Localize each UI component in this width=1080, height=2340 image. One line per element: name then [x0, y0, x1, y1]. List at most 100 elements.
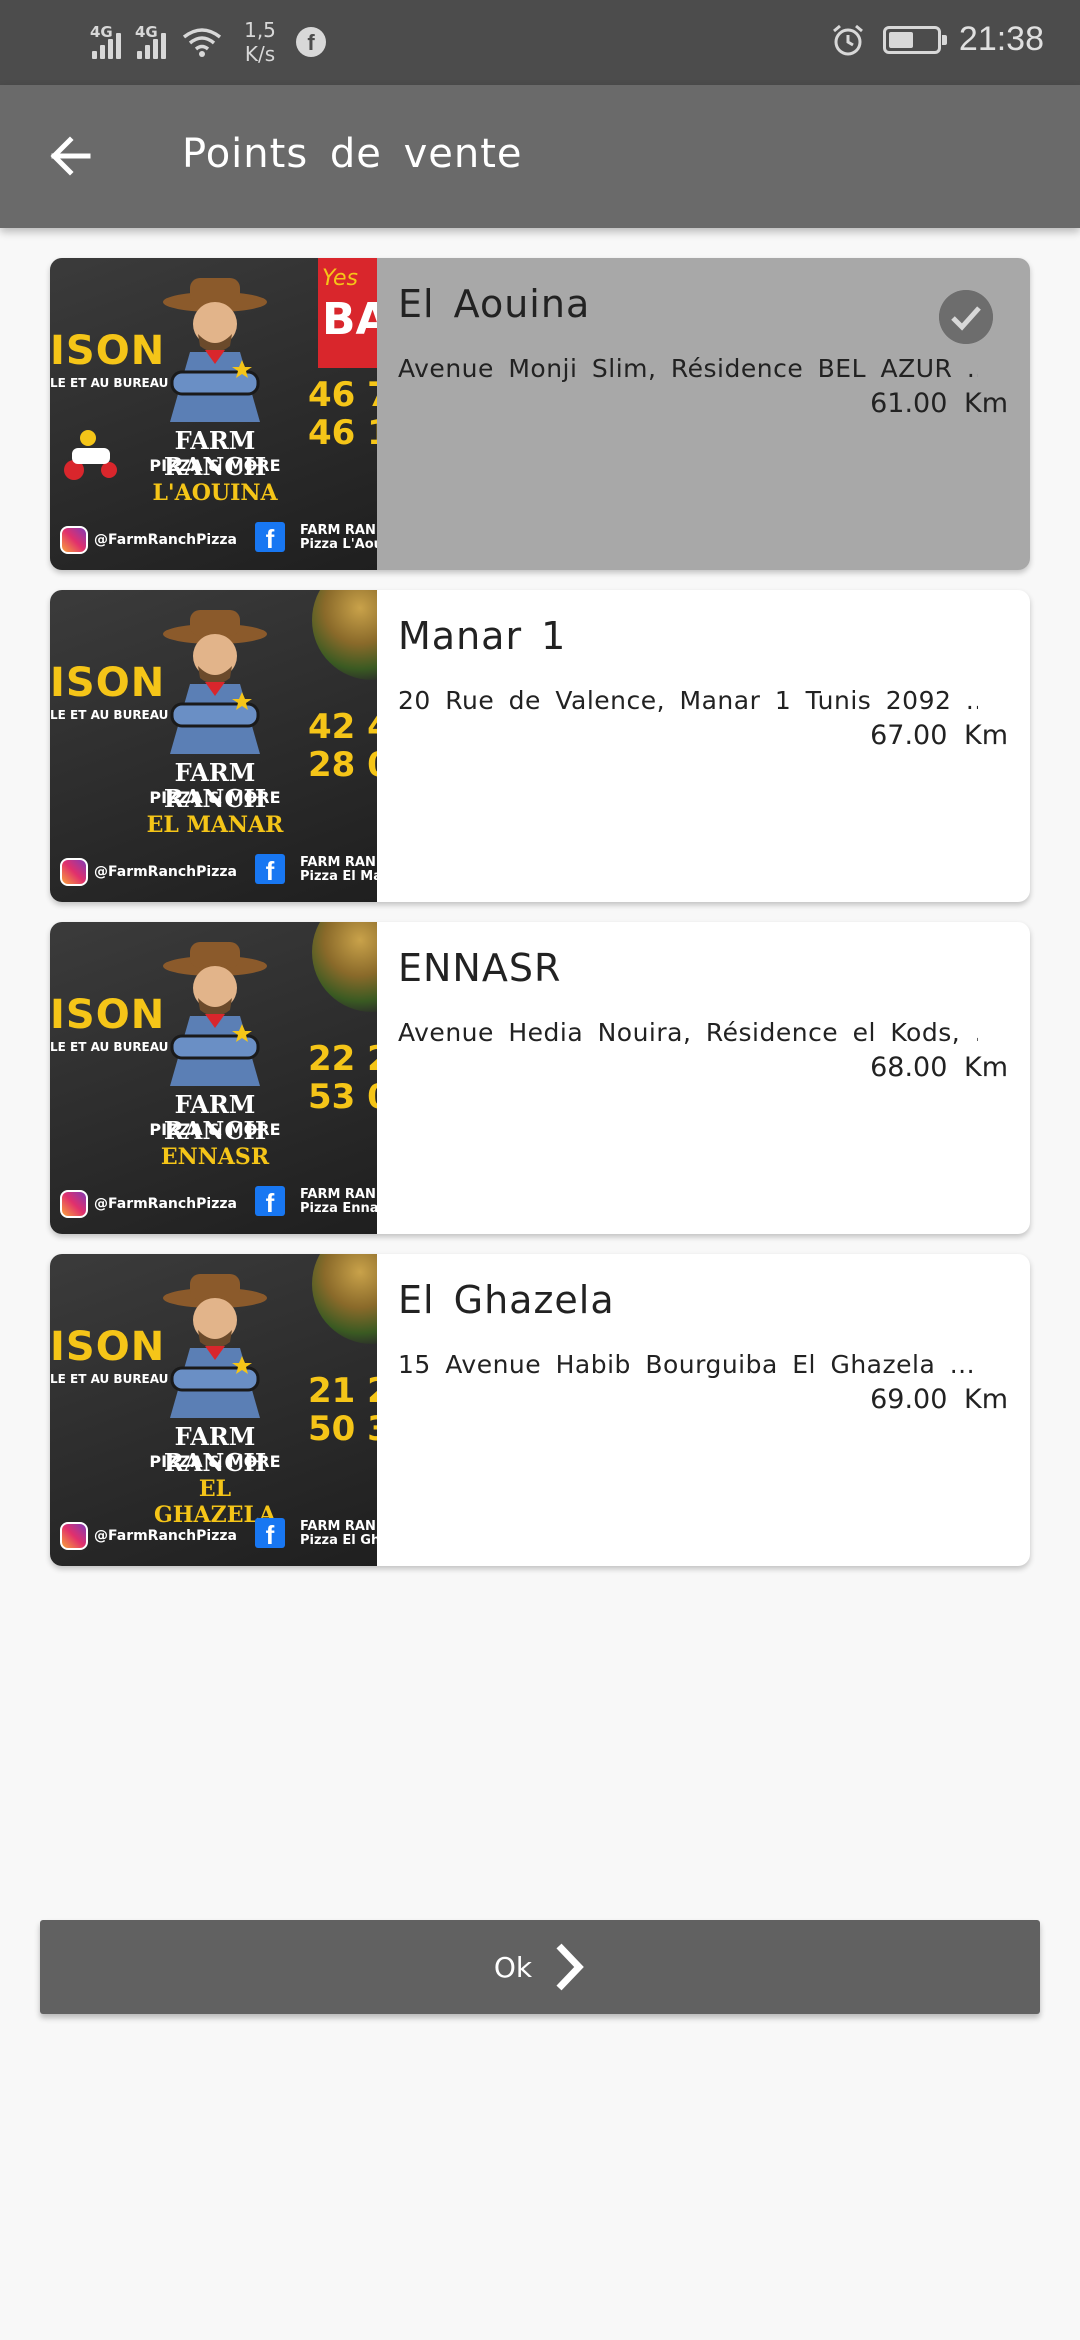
- phone-1: 21 2: [308, 1371, 377, 1411]
- cowboy-mascot-icon: [163, 278, 267, 422]
- brand-tagline: PIZZA & MORE: [149, 456, 281, 475]
- instagram-icon: [60, 1190, 88, 1218]
- ok-button[interactable]: Ok: [40, 1920, 1040, 2014]
- fb-line-1: FARM RAN: [300, 1187, 376, 1202]
- facebook-page: FARM RAN Pizza El Gh: [300, 1520, 377, 1548]
- store-info: El Aouina Avenue Monji Slim, Résidence B…: [398, 258, 1008, 570]
- facebook-icon: f: [255, 1186, 285, 1218]
- status-right: 21:38: [831, 20, 1044, 59]
- fb-line-1: FARM RAN: [300, 855, 376, 870]
- instagram-icon: [60, 1522, 88, 1550]
- store-name: Manar 1: [398, 614, 567, 658]
- fb-line-2: Pizza El Ma: [300, 869, 377, 884]
- cowboy-mascot-icon: [163, 610, 267, 754]
- pizza-image: [312, 1254, 377, 1344]
- network-type-label: 4G: [90, 23, 113, 41]
- thumb-left-word: ISON: [50, 328, 166, 374]
- store-name: ENNASR: [398, 946, 562, 990]
- signal-icon: 4G: [90, 23, 121, 59]
- phone-numbers: 46 7 46 1: [308, 376, 377, 452]
- fb-line-2: Pizza L'Aou: [300, 537, 377, 552]
- brand-tagline: PIZZA & MORE: [149, 788, 281, 807]
- phone-2: 50 3: [308, 1409, 377, 1449]
- store-thumbnail: ISON LE ET AU BUREAU Yes BA FARM RANCH P…: [50, 258, 377, 570]
- store-address: 15 Avenue Habib Bourguiba El Ghazela ...: [398, 1350, 976, 1379]
- facebook-icon: f: [255, 854, 285, 886]
- instagram-handle: @FarmRanchPizza: [60, 526, 237, 554]
- store-distance: 68.00 Km: [870, 1052, 1008, 1083]
- store-card[interactable]: ISON LE ET AU BUREAU Yes BA FARM RANCH P…: [50, 258, 1030, 570]
- phone-1: 46 7: [308, 375, 377, 415]
- phone-numbers: 42 4 28 0: [308, 708, 377, 784]
- store-card[interactable]: ISON LE ET AU BUREAU FARM RANCH PIZZA & …: [50, 1254, 1030, 1566]
- store-distance: 69.00 Km: [870, 1384, 1008, 1415]
- cowboy-mascot-icon: [163, 942, 267, 1086]
- facebook-page: FARM RAN Pizza El Ma: [300, 856, 377, 884]
- banner-big-text: BA: [322, 294, 377, 345]
- app-bar: Points de vente: [0, 85, 1080, 228]
- store-name: El Ghazela: [398, 1278, 615, 1322]
- pizza-image: [312, 922, 377, 1012]
- facebook-page: FARM RAN Pizza Enna: [300, 1188, 377, 1216]
- store-info: ENNASR Avenue Hedia Nouira, Résidence el…: [398, 922, 1008, 1234]
- store-card[interactable]: ISON LE ET AU BUREAU FARM RANCH PIZZA & …: [50, 922, 1030, 1234]
- instagram-icon: [60, 858, 88, 886]
- fb-line-2: Pizza Enna: [300, 1201, 377, 1216]
- store-card[interactable]: ISON LE ET AU BUREAU FARM RANCH PIZZA & …: [50, 590, 1030, 902]
- facebook-icon: f: [255, 522, 285, 554]
- pizza-image: [312, 590, 377, 680]
- cowboy-mascot-icon: [163, 1274, 267, 1418]
- phone-2: 46 1: [308, 413, 377, 453]
- ok-button-label: Ok: [493, 1950, 533, 1984]
- clock: 21:38: [958, 20, 1044, 58]
- fb-line-1: FARM RAN: [300, 1519, 376, 1534]
- store-distance: 67.00 Km: [870, 720, 1008, 751]
- instagram-handle: @FarmRanchPizza: [60, 1522, 237, 1550]
- store-name: El Aouina: [398, 282, 591, 326]
- store-address: Avenue Monji Slim, Résidence BEL AZUR ..…: [398, 354, 978, 383]
- phone-numbers: 21 2 50 3: [308, 1372, 377, 1448]
- instagram-handle: @FarmRanchPizza: [60, 858, 237, 886]
- phone-2: 53 0: [308, 1077, 377, 1117]
- network-type-label: 4G: [135, 23, 158, 41]
- brand-tagline: PIZZA & MORE: [149, 1120, 281, 1139]
- instagram-text: @FarmRanchPizza: [94, 1196, 237, 1212]
- facebook-icon: f: [296, 27, 326, 57]
- instagram-text: @FarmRanchPizza: [94, 532, 237, 548]
- battery-icon: [882, 25, 947, 54]
- alarm-icon: [832, 24, 863, 55]
- store-distance: 61.00 Km: [870, 388, 1008, 419]
- status-bar: 4G 4G 1,5 K/s f 21:38: [0, 0, 1080, 85]
- arrow-left-icon[interactable]: [44, 129, 98, 183]
- store-address: 20 Rue de Valence, Manar 1 Tunis 2092 ..…: [398, 686, 978, 715]
- thumb-left-word: ISON: [50, 660, 166, 706]
- store-info: El Ghazela 15 Avenue Habib Bourguiba El …: [398, 1254, 1008, 1566]
- chevron-right-icon: [556, 1943, 584, 1991]
- branch-name: ENNASR: [160, 1144, 270, 1170]
- fb-line-1: FARM RAN: [300, 523, 376, 538]
- check-circle-icon: [939, 290, 993, 344]
- thumb-left-word: ISON: [50, 992, 166, 1038]
- store-thumbnail: ISON LE ET AU BUREAU FARM RANCH PIZZA & …: [50, 922, 377, 1234]
- wifi-icon: [182, 28, 222, 57]
- store-info: Manar 1 20 Rue de Valence, Manar 1 Tunis…: [398, 590, 1008, 902]
- speed-unit: K/s: [244, 42, 276, 66]
- brand-tagline: PIZZA & MORE: [149, 1452, 281, 1471]
- scooter-icon: [64, 430, 117, 480]
- branch-name: EL MANAR: [146, 812, 284, 838]
- status-left: 4G 4G 1,5 K/s f: [90, 18, 326, 66]
- network-speed: 1,5 K/s: [238, 18, 282, 66]
- promo-banner: Yes BA: [318, 258, 377, 368]
- signal-icon: 4G: [135, 23, 166, 59]
- store-thumbnail: ISON LE ET AU BUREAU FARM RANCH PIZZA & …: [50, 1254, 377, 1566]
- instagram-text: @FarmRanchPizza: [94, 864, 237, 880]
- phone-2: 28 0: [308, 745, 377, 785]
- store-thumbnail: ISON LE ET AU BUREAU FARM RANCH PIZZA & …: [50, 590, 377, 902]
- instagram-icon: [60, 526, 88, 554]
- page-title: Points de vente: [182, 131, 523, 177]
- speed-value: 1,5: [244, 18, 276, 42]
- branch-name: L'AOUINA: [152, 480, 278, 506]
- store-list: ISON LE ET AU BUREAU Yes BA FARM RANCH P…: [50, 258, 1030, 1586]
- facebook-icon: f: [255, 1518, 285, 1550]
- phone-1: 42 4: [308, 707, 377, 747]
